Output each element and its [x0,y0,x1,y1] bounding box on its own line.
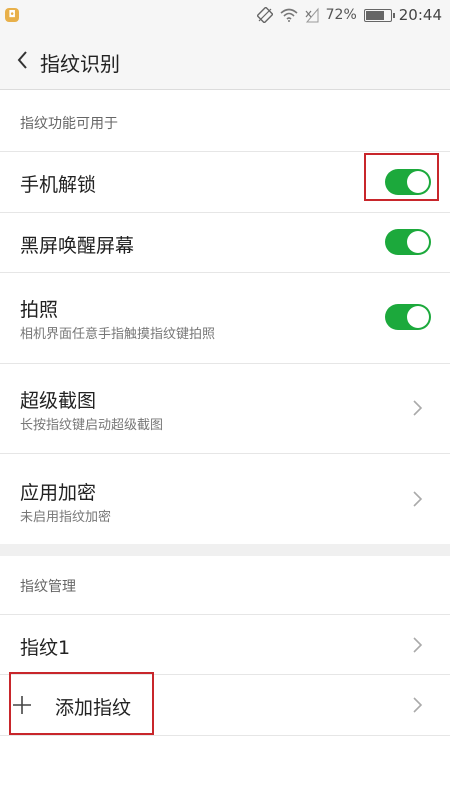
app-header: 指纹识别 [0,30,450,90]
row-subtitle: 相机界面任意手指触摸指纹键拍照 [20,327,216,342]
row-title: 应用加密 [20,482,97,504]
page-title: 指纹识别 [40,52,120,76]
fingerprint-item[interactable]: 指纹1 [0,615,450,675]
row-title: 黑屏唤醒屏幕 [20,235,135,257]
status-bar: ◘ 72% 20:44 [0,0,450,30]
row-title: 指纹1 [20,637,71,659]
camera-toggle[interactable] [385,304,431,330]
row-title: 拍照 [20,299,59,321]
setting-row-super-screenshot[interactable]: 超级截图 长按指纹键启动超级截图 [0,364,450,454]
status-icons: 72% 20:44 [256,0,442,30]
row-title: 添加指纹 [55,697,132,719]
clock: 20:44 [398,6,442,24]
setting-row-camera[interactable]: 拍照 相机界面任意手指触摸指纹键拍照 [0,273,450,364]
row-title: 超级截图 [20,390,97,412]
row-title: 手机解锁 [20,174,97,196]
chevron-right-icon [413,400,423,416]
app-notification-icon: ◘ [5,8,19,22]
row-subtitle: 未启用指纹加密 [20,510,112,525]
setting-row-screen-wake[interactable]: 黑屏唤醒屏幕 [0,213,450,273]
back-button[interactable] [10,46,38,74]
section-spacer [0,544,450,556]
chevron-right-icon [413,491,423,507]
toggle-knob [407,306,429,328]
section-header-manage: 指纹管理 [20,579,76,595]
section-header-usage: 指纹功能可用于 [20,116,118,132]
chevron-right-icon [413,637,423,653]
battery-icon [363,8,395,22]
wifi-icon [280,8,298,22]
setting-row-phone-unlock[interactable]: 手机解锁 [0,152,450,213]
toggle-knob [407,171,429,193]
add-fingerprint-button[interactable]: 添加指纹 [0,675,450,736]
setting-row-app-encryption[interactable]: 应用加密 未启用指纹加密 [0,454,450,544]
battery-percent: 72% [325,7,357,23]
toggle-knob [407,231,429,253]
plus-icon [13,696,31,714]
screen-wake-toggle[interactable] [385,229,431,255]
chevron-right-icon [413,697,423,713]
row-subtitle: 长按指纹键启动超级截图 [20,418,164,433]
no-signal-icon [305,7,319,23]
phone-unlock-toggle[interactable] [385,169,431,195]
rotation-lock-icon [256,7,273,23]
chevron-left-icon [17,51,27,69]
